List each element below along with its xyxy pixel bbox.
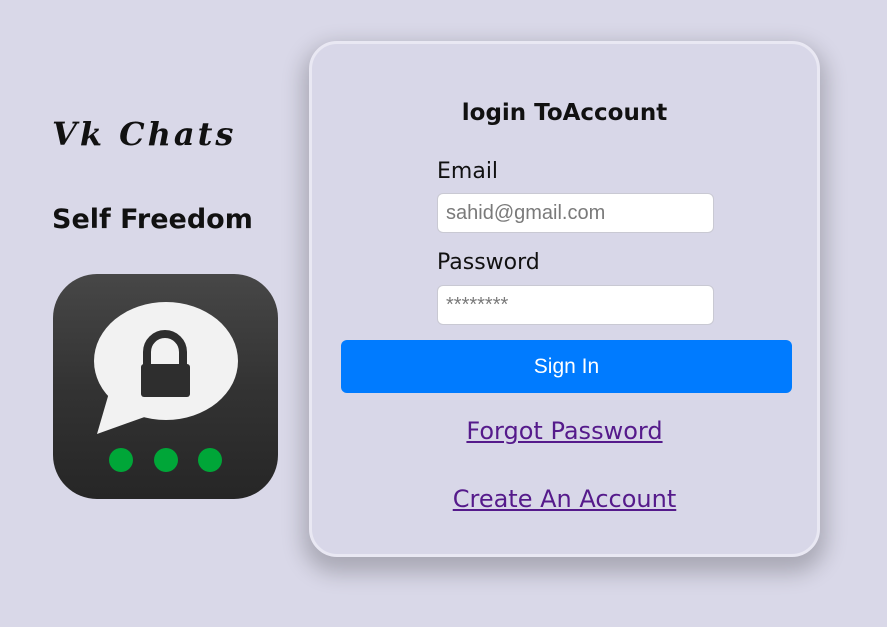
- brand-title: Vk Chats: [52, 115, 237, 153]
- password-label: Password: [437, 250, 540, 275]
- login-title: login ToAccount: [461, 100, 668, 126]
- forgot-password-link-row: Forgot Password: [312, 417, 817, 445]
- forgot-password-link[interactable]: Forgot Password: [466, 417, 662, 445]
- login-card: login ToAccount Email Password Sign In F…: [309, 41, 820, 557]
- password-field[interactable]: [437, 285, 714, 325]
- create-account-link-row: Create An Account: [312, 485, 817, 513]
- email-field[interactable]: [437, 193, 714, 233]
- create-account-link[interactable]: Create An Account: [453, 485, 677, 513]
- email-label: Email: [437, 159, 499, 184]
- signin-button[interactable]: Sign In: [341, 340, 792, 393]
- tagline: Self Freedom: [52, 204, 253, 235]
- chat-lock-icon: [53, 274, 278, 499]
- page: Vk Chats Self Freedom login ToAccount Em…: [0, 0, 887, 627]
